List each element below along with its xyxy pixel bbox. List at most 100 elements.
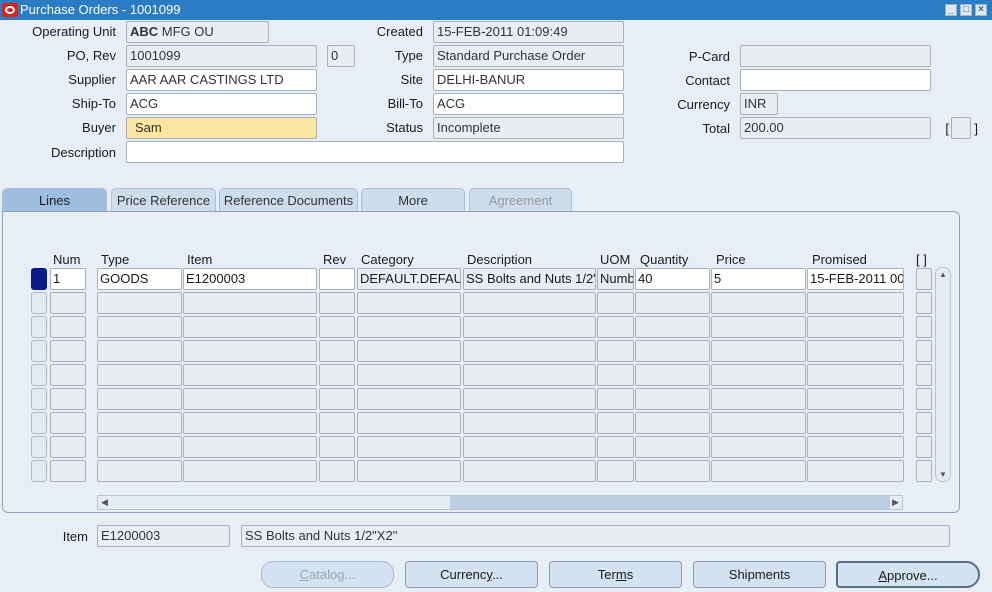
line-quantity-cell[interactable]: 40: [635, 268, 710, 290]
empty-line-cell[interactable]: [50, 292, 86, 314]
tab-reference-documents[interactable]: Reference Documents: [219, 188, 358, 211]
line-description-cell[interactable]: SS Bolts and Nuts 1/2"X2": [463, 268, 596, 290]
empty-line-cell[interactable]: [807, 412, 904, 434]
scroll-left-icon[interactable]: ◀: [101, 497, 108, 508]
empty-line-cell[interactable]: [50, 460, 86, 482]
empty-line-cell[interactable]: [711, 292, 806, 314]
empty-line-cell[interactable]: [50, 388, 86, 410]
empty-line-cell[interactable]: [916, 460, 932, 482]
descriptive-flexfield[interactable]: [951, 117, 971, 139]
empty-line-cell[interactable]: [97, 316, 182, 338]
line-rev-cell[interactable]: [319, 268, 355, 290]
row-selector[interactable]: [31, 316, 47, 338]
empty-line-cell[interactable]: [319, 316, 355, 338]
ship-to-field[interactable]: ACG: [126, 93, 317, 115]
empty-line-cell[interactable]: [183, 340, 317, 362]
empty-line-cell[interactable]: [635, 388, 710, 410]
empty-line-cell[interactable]: [597, 364, 634, 386]
empty-line-cell[interactable]: [97, 364, 182, 386]
empty-line-cell[interactable]: [635, 292, 710, 314]
empty-line-cell[interactable]: [463, 388, 596, 410]
empty-line-cell[interactable]: [597, 316, 634, 338]
empty-line-cell[interactable]: [807, 460, 904, 482]
empty-line-cell[interactable]: [711, 388, 806, 410]
empty-line-cell[interactable]: [807, 388, 904, 410]
horizontal-scroll-thumb[interactable]: [450, 496, 890, 509]
line-price-cell[interactable]: 5: [711, 268, 806, 290]
empty-line-cell[interactable]: [807, 364, 904, 386]
empty-line-cell[interactable]: [916, 364, 932, 386]
empty-line-cell[interactable]: [463, 436, 596, 458]
empty-line-cell[interactable]: [319, 340, 355, 362]
empty-line-cell[interactable]: [357, 460, 461, 482]
empty-line-cell[interactable]: [916, 436, 932, 458]
empty-line-cell[interactable]: [357, 364, 461, 386]
line-promised-cell[interactable]: 15-FEB-2011 00:00:00: [807, 268, 904, 290]
approve-button[interactable]: Approve...: [836, 561, 980, 588]
empty-line-cell[interactable]: [357, 436, 461, 458]
empty-line-cell[interactable]: [597, 460, 634, 482]
line-num-cell[interactable]: 1: [50, 268, 86, 290]
contact-field[interactable]: [740, 69, 931, 91]
minimize-icon[interactable]: _: [945, 4, 957, 16]
tab-price-reference[interactable]: Price Reference: [111, 188, 216, 211]
terms-button[interactable]: Terms: [549, 561, 682, 588]
empty-line-cell[interactable]: [916, 412, 932, 434]
empty-line-cell[interactable]: [357, 388, 461, 410]
empty-line-cell[interactable]: [463, 460, 596, 482]
empty-line-cell[interactable]: [50, 340, 86, 362]
empty-line-cell[interactable]: [597, 412, 634, 434]
empty-line-cell[interactable]: [97, 292, 182, 314]
row-selector[interactable]: [31, 340, 47, 362]
empty-line-cell[interactable]: [50, 436, 86, 458]
empty-line-cell[interactable]: [183, 436, 317, 458]
empty-line-cell[interactable]: [807, 340, 904, 362]
row-selector[interactable]: [31, 292, 47, 314]
empty-line-cell[interactable]: [357, 292, 461, 314]
empty-line-cell[interactable]: [183, 364, 317, 386]
empty-line-cell[interactable]: [319, 460, 355, 482]
empty-line-cell[interactable]: [711, 340, 806, 362]
empty-line-cell[interactable]: [357, 340, 461, 362]
empty-line-cell[interactable]: [97, 340, 182, 362]
lines-vertical-scrollbar[interactable]: ▲ ▼: [935, 267, 951, 482]
site-field[interactable]: DELHI-BANUR: [433, 69, 624, 91]
empty-line-cell[interactable]: [357, 316, 461, 338]
empty-line-cell[interactable]: [183, 412, 317, 434]
line-category-cell[interactable]: DEFAULT.DEFAULT: [357, 268, 461, 290]
empty-line-cell[interactable]: [807, 292, 904, 314]
empty-line-cell[interactable]: [97, 436, 182, 458]
line-type-cell[interactable]: GOODS: [97, 268, 182, 290]
empty-line-cell[interactable]: [597, 292, 634, 314]
shipments-button[interactable]: Shipments: [693, 561, 826, 588]
empty-line-cell[interactable]: [97, 460, 182, 482]
empty-line-cell[interactable]: [711, 436, 806, 458]
row-selector-current[interactable]: [31, 268, 47, 290]
lines-horizontal-scrollbar[interactable]: ◀ ▶: [97, 495, 903, 510]
bill-to-field[interactable]: ACG: [433, 93, 624, 115]
empty-line-cell[interactable]: [635, 460, 710, 482]
maximize-icon[interactable]: □: [960, 4, 972, 16]
empty-line-cell[interactable]: [463, 412, 596, 434]
tab-lines[interactable]: Lines: [2, 188, 107, 211]
empty-line-cell[interactable]: [319, 412, 355, 434]
empty-line-cell[interactable]: [97, 388, 182, 410]
empty-line-cell[interactable]: [635, 436, 710, 458]
empty-line-cell[interactable]: [319, 364, 355, 386]
empty-line-cell[interactable]: [319, 292, 355, 314]
empty-line-cell[interactable]: [711, 412, 806, 434]
row-selector[interactable]: [31, 460, 47, 482]
empty-line-cell[interactable]: [916, 316, 932, 338]
empty-line-cell[interactable]: [916, 388, 932, 410]
empty-line-cell[interactable]: [597, 388, 634, 410]
scroll-right-icon[interactable]: ▶: [892, 497, 899, 508]
empty-line-cell[interactable]: [711, 460, 806, 482]
row-selector[interactable]: [31, 388, 47, 410]
empty-line-cell[interactable]: [463, 316, 596, 338]
empty-line-cell[interactable]: [357, 412, 461, 434]
description-field[interactable]: [126, 141, 624, 163]
empty-line-cell[interactable]: [183, 316, 317, 338]
empty-line-cell[interactable]: [50, 364, 86, 386]
empty-line-cell[interactable]: [807, 436, 904, 458]
empty-line-cell[interactable]: [183, 388, 317, 410]
